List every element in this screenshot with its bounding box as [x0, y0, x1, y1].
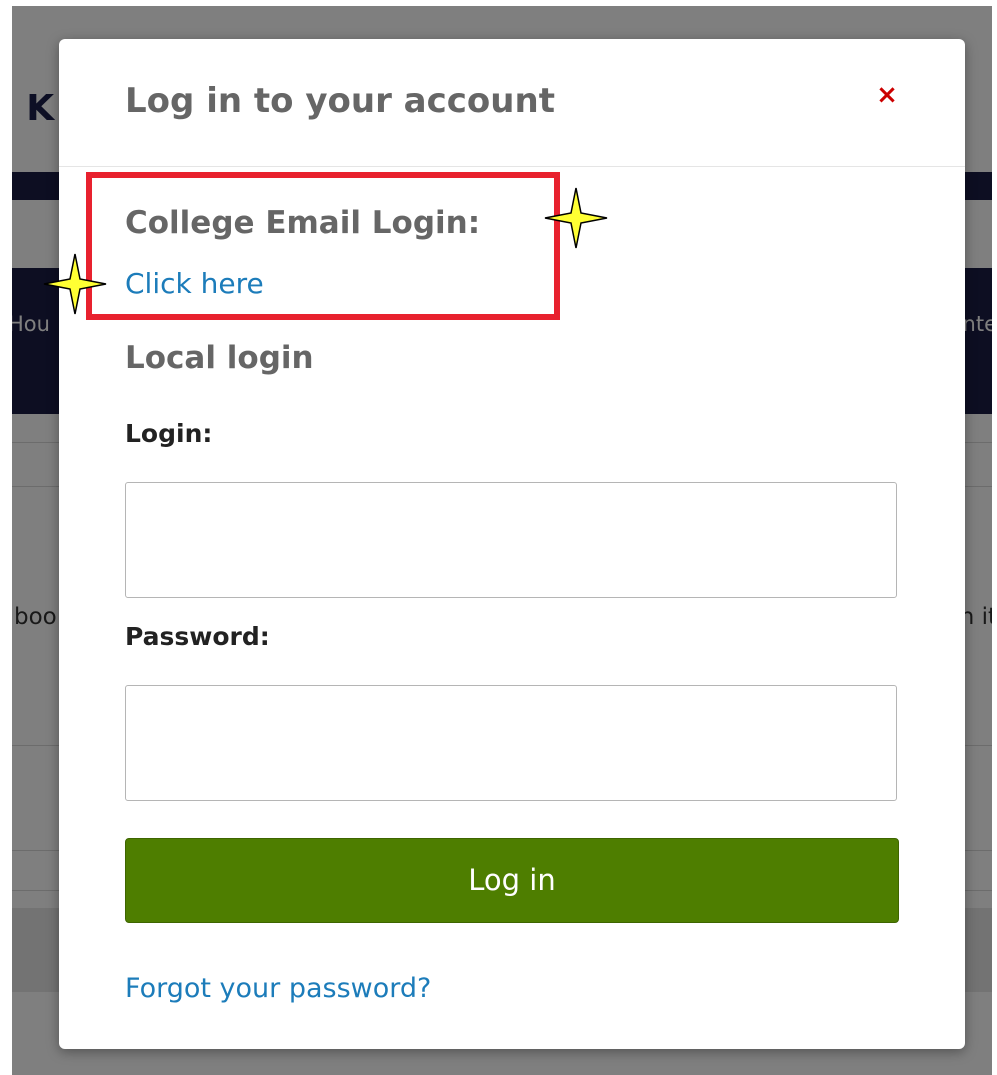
- login-input[interactable]: [125, 482, 897, 598]
- password-input[interactable]: [125, 685, 897, 801]
- close-button[interactable]: ×: [869, 77, 905, 113]
- sparkle-icon: [544, 187, 608, 249]
- screen-edge: [992, 0, 997, 1075]
- screen-edge: [0, 0, 12, 1075]
- page: · K Hou nte boo n it Log in to your acco…: [0, 0, 997, 1075]
- log-in-button[interactable]: Log in: [125, 838, 899, 923]
- highlight-box: [86, 172, 560, 320]
- password-label: Password:: [125, 622, 270, 651]
- sparkle-icon: [43, 253, 107, 315]
- close-icon: ×: [876, 80, 898, 110]
- screen-edge: [0, 0, 997, 6]
- local-login-heading: Local login: [125, 340, 314, 376]
- forgot-password-link[interactable]: Forgot your password?: [125, 973, 431, 1004]
- modal-header: Log in to your account ×: [59, 39, 965, 167]
- login-label: Login:: [125, 419, 213, 448]
- modal-title: Log in to your account: [125, 81, 555, 121]
